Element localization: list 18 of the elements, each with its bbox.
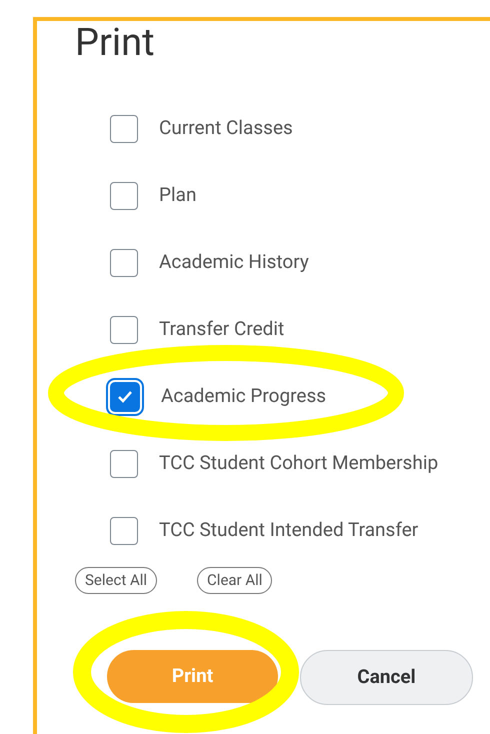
checkmark-icon [117, 390, 133, 404]
option-label[interactable]: Plan [159, 181, 196, 210]
option-label[interactable]: Transfer Credit [159, 315, 284, 344]
option-label[interactable]: Academic Progress [161, 382, 326, 411]
option-label[interactable]: TCC Student Intended Transfer [159, 516, 418, 545]
checkbox[interactable] [110, 316, 138, 344]
selection-button[interactable]: Select All [75, 567, 158, 594]
checkbox[interactable] [110, 450, 138, 478]
option-label[interactable]: TCC Student Cohort Membership [159, 449, 438, 478]
dialog-title: Print [75, 21, 155, 65]
selection-button[interactable]: Clear All [197, 567, 272, 594]
checkbox[interactable] [110, 248, 138, 276]
option-label[interactable]: Current Classes [159, 114, 293, 143]
checkbox[interactable] [110, 516, 138, 544]
cancel-button[interactable]: Cancel [300, 650, 473, 705]
checkbox[interactable] [110, 182, 138, 210]
checkbox[interactable] [110, 114, 138, 142]
option-label[interactable]: Academic History [159, 248, 309, 277]
